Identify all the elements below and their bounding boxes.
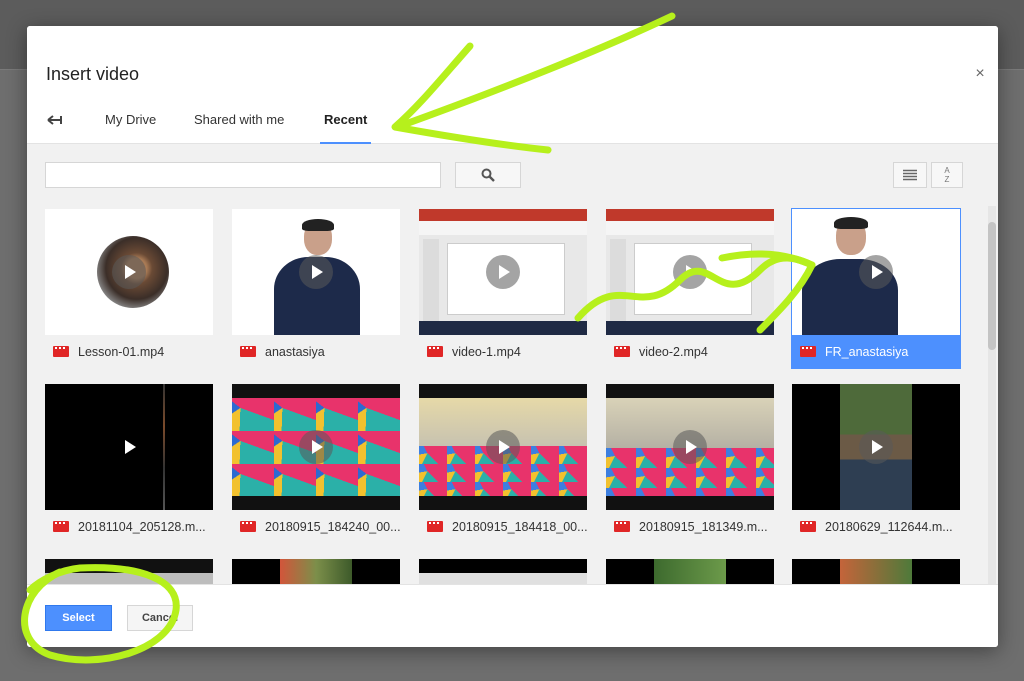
file-caption: anastasiya — [232, 335, 400, 368]
file-item-partial[interactable] — [419, 559, 587, 584]
video-file-icon — [53, 346, 69, 357]
video-thumbnail — [792, 559, 960, 584]
select-button[interactable]: Select — [45, 605, 112, 631]
play-icon — [299, 255, 333, 289]
file-caption: FR_anastasiya — [792, 335, 960, 368]
search-input[interactable] — [45, 162, 441, 188]
cancel-button[interactable]: Cancel — [127, 605, 193, 631]
sort-az-icon-top: A — [944, 166, 950, 175]
file-item-partial[interactable] — [606, 559, 774, 584]
file-item-fr-anastasiya[interactable]: FR_anastasiya — [791, 208, 961, 369]
scrollbar-thumb[interactable] — [988, 222, 996, 350]
video-file-icon — [240, 346, 256, 357]
file-item-20181104[interactable]: 20181104_205128.m... — [45, 384, 213, 543]
file-name: video-2.mp4 — [639, 344, 708, 359]
tab-my-drive[interactable]: My Drive — [105, 112, 156, 144]
play-icon — [486, 430, 520, 464]
play-icon — [673, 255, 707, 289]
file-item-lesson-01[interactable]: Lesson-01.mp4 — [45, 209, 213, 368]
dialog-footer: Select Cancel — [27, 584, 998, 647]
play-icon — [112, 430, 146, 464]
file-caption: video-1.mp4 — [419, 335, 587, 368]
video-file-icon — [53, 521, 69, 532]
video-thumbnail — [45, 384, 213, 510]
video-thumbnail — [606, 559, 774, 584]
play-icon — [859, 255, 893, 289]
video-thumbnail — [232, 559, 400, 584]
file-name: 20180915_184240_00... — [265, 519, 400, 534]
video-thumbnail — [232, 209, 400, 335]
video-thumbnail — [45, 209, 213, 335]
file-name: FR_anastasiya — [825, 344, 909, 359]
file-name: Lesson-01.mp4 — [78, 344, 165, 359]
file-name: 20181104_205128.m... — [78, 519, 206, 534]
video-file-icon — [800, 521, 816, 532]
file-name: video-1.mp4 — [452, 344, 521, 359]
video-file-icon — [427, 521, 443, 532]
file-name: 20180915_181349.m... — [639, 519, 768, 534]
tab-recent[interactable]: Recent — [319, 112, 372, 144]
file-caption: 20181104_205128.m... — [45, 510, 213, 543]
tab-shared-with-me[interactable]: Shared with me — [194, 112, 284, 144]
list-view-button[interactable] — [893, 162, 927, 188]
video-file-icon — [240, 521, 256, 532]
list-view-icon — [903, 169, 917, 181]
video-thumbnail — [419, 559, 587, 584]
file-item-20180629[interactable]: 20180629_112644.m... — [792, 384, 960, 543]
file-grid: Lesson-01.mp4 anastasiya video-1.mp4 vid… — [27, 206, 998, 584]
dialog-title: Insert video — [46, 64, 140, 84]
file-caption: 20180915_181349.m... — [606, 510, 774, 543]
file-item-20180915-184240[interactable]: 20180915_184240_00... — [232, 384, 400, 543]
sort-az-icon-bottom: Z — [944, 175, 950, 184]
file-item-20180915-184418[interactable]: 20180915_184418_00... — [419, 384, 587, 543]
file-item-20180915-181349[interactable]: 20180915_181349.m... — [606, 384, 774, 543]
play-icon — [486, 255, 520, 289]
magnifier-icon — [481, 168, 495, 182]
video-thumbnail — [45, 559, 213, 584]
file-caption: 20180915_184418_00... — [419, 510, 587, 543]
video-thumbnail — [792, 384, 960, 510]
sort-button[interactable]: A Z — [931, 162, 963, 188]
grid-scrollbar[interactable] — [988, 206, 996, 584]
close-icon[interactable]: × — [972, 66, 988, 82]
file-name: 20180915_184418_00... — [452, 519, 587, 534]
insert-video-dialog: Insert video × My Drive Shared with me R… — [27, 26, 998, 647]
video-thumbnail — [606, 384, 774, 510]
video-thumbnail — [419, 384, 587, 510]
file-caption: 20180629_112644.m... — [792, 510, 960, 543]
search-button[interactable] — [455, 162, 521, 188]
file-item-partial[interactable] — [232, 559, 400, 584]
video-file-icon — [427, 346, 443, 357]
play-icon — [299, 430, 333, 464]
dialog-header: Insert video × My Drive Shared with me R… — [27, 26, 998, 144]
play-icon — [673, 430, 707, 464]
video-thumbnail — [792, 209, 960, 335]
video-thumbnail — [419, 209, 587, 335]
file-caption: 20180915_184240_00... — [232, 510, 400, 543]
file-item-partial[interactable] — [792, 559, 960, 584]
video-file-icon — [614, 346, 630, 357]
file-item-anastasiya[interactable]: anastasiya — [232, 209, 400, 368]
video-file-icon — [614, 521, 630, 532]
file-item-partial[interactable] — [45, 559, 213, 584]
file-name: 20180629_112644.m... — [825, 519, 953, 534]
video-thumbnail — [606, 209, 774, 335]
file-item-video-1[interactable]: video-1.mp4 — [419, 209, 587, 368]
play-icon — [112, 255, 146, 289]
play-icon — [859, 430, 893, 464]
search-toolbar: A Z — [27, 144, 998, 206]
file-name: anastasiya — [265, 344, 325, 359]
video-thumbnail — [232, 384, 400, 510]
file-caption: Lesson-01.mp4 — [45, 335, 213, 368]
video-file-icon — [800, 346, 816, 357]
file-item-video-2[interactable]: video-2.mp4 — [606, 209, 774, 368]
file-caption: video-2.mp4 — [606, 335, 774, 368]
back-arrow-icon[interactable] — [45, 112, 65, 128]
